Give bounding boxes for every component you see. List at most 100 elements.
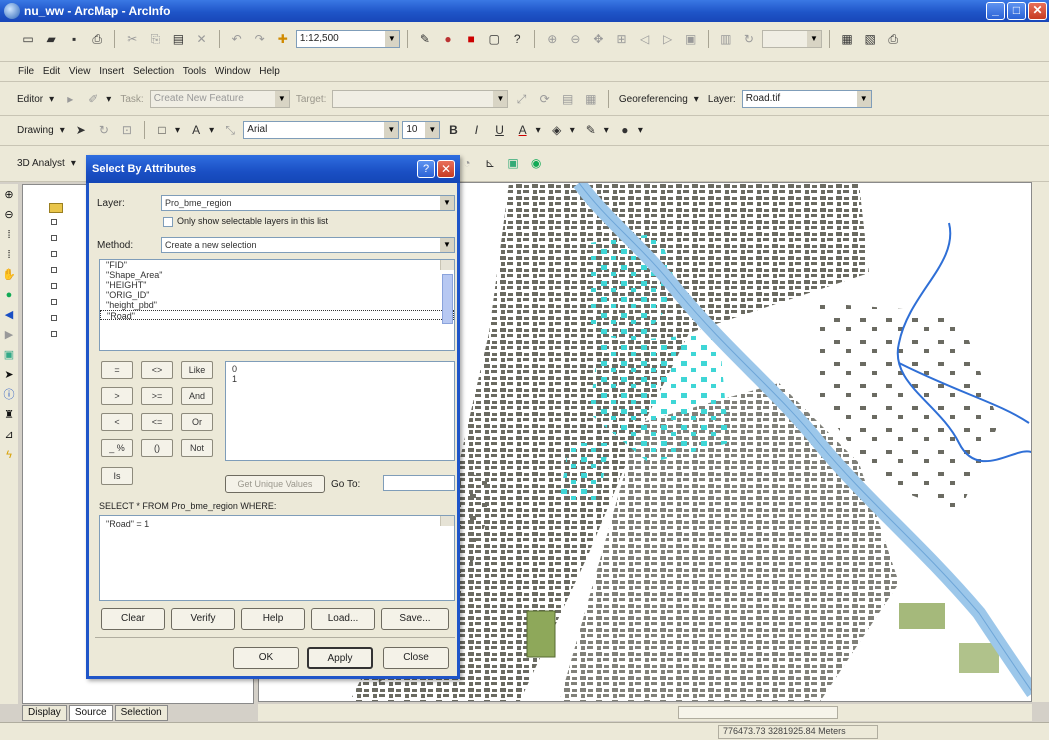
- select-elements-tool-icon[interactable]: ➤: [2, 368, 16, 382]
- edit-vertices-icon[interactable]: ⤡: [221, 121, 239, 139]
- back-extent-icon[interactable]: ◁: [636, 30, 654, 48]
- toc-expand-node[interactable]: [51, 331, 57, 337]
- marker-color-icon[interactable]: ●: [616, 121, 634, 139]
- add-data-icon[interactable]: ✚: [274, 30, 292, 48]
- unique-value-item[interactable]: 0: [226, 364, 454, 374]
- not-equal-operator-button[interactable]: <>: [141, 361, 173, 379]
- less-than-button[interactable]: <: [101, 413, 133, 431]
- field-item[interactable]: "height_pbd": [100, 300, 454, 310]
- attributes-icon[interactable]: ▤: [559, 90, 577, 108]
- identify-icon[interactable]: ◔: [458, 154, 476, 172]
- bold-icon[interactable]: B: [444, 121, 462, 139]
- ok-button[interactable]: OK: [233, 647, 299, 669]
- select-elements-icon[interactable]: ➤: [72, 121, 90, 139]
- field-item[interactable]: "Road": [100, 310, 454, 321]
- fields-list[interactable]: "FID" "Shape_Area" "HEIGHT" "ORIG_ID" "h…: [99, 259, 455, 351]
- zoom-out-fixed-icon[interactable]: ⊖: [566, 30, 584, 48]
- font-color-icon[interactable]: A: [514, 121, 532, 139]
- refresh-icon[interactable]: ↻: [740, 30, 758, 48]
- only-selectable-checkbox[interactable]: [163, 217, 173, 227]
- pan-tool-icon[interactable]: ✋: [2, 268, 16, 282]
- dialog-close-text-button[interactable]: Close: [383, 647, 449, 669]
- rectangle-icon[interactable]: □: [153, 121, 171, 139]
- less-equal-button[interactable]: <=: [141, 413, 173, 431]
- next-extent-icon[interactable]: ▶: [2, 328, 16, 342]
- toc-expand-node[interactable]: [51, 251, 57, 257]
- save-button[interactable]: Save...: [381, 608, 449, 630]
- toc-expand-node[interactable]: [51, 283, 57, 289]
- delete-icon[interactable]: ✕: [193, 30, 211, 48]
- save-icon[interactable]: ▪: [65, 30, 83, 48]
- georeferencing-menu[interactable]: Georeferencing: [619, 94, 688, 105]
- equals-operator-button[interactable]: =: [101, 361, 133, 379]
- toc-expand-node[interactable]: [51, 315, 57, 321]
- new-icon[interactable]: ▭: [19, 30, 37, 48]
- map-horizontal-scrollbar[interactable]: [258, 704, 1032, 721]
- zoom-in-icon[interactable]: ⊕: [2, 188, 16, 202]
- fill-color-icon[interactable]: ◈: [548, 121, 566, 139]
- find-icon[interactable]: ♜: [2, 408, 16, 422]
- rotate-element-icon[interactable]: ↻: [95, 121, 113, 139]
- select-features-tool-icon[interactable]: ▣: [2, 348, 16, 362]
- zoom-whole-page-icon[interactable]: ⊡: [118, 121, 136, 139]
- sketch-properties-icon[interactable]: ▦: [582, 90, 600, 108]
- layer-dropdown[interactable]: Pro_bme_region ▼: [161, 195, 455, 211]
- minimize-button[interactable]: _: [986, 2, 1005, 20]
- arctoolbox-icon[interactable]: ■: [462, 30, 480, 48]
- italic-icon[interactable]: I: [467, 121, 485, 139]
- and-operator-button[interactable]: And: [181, 387, 213, 405]
- map-scale-dropdown[interactable]: 1:12,500 ▼: [295, 30, 400, 48]
- menu-help[interactable]: Help: [259, 66, 280, 77]
- forward-extent-icon[interactable]: ▷: [659, 30, 677, 48]
- paste-icon[interactable]: ▤: [169, 30, 187, 48]
- toc-expand-node[interactable]: [51, 219, 57, 225]
- goto-input[interactable]: [383, 475, 455, 491]
- scroll-thumb[interactable]: [678, 706, 838, 719]
- measure-icon[interactable]: ⊾: [481, 154, 499, 172]
- toggle-draft-icon[interactable]: ▧: [861, 30, 879, 48]
- or-operator-button[interactable]: Or: [181, 413, 213, 431]
- redo-icon[interactable]: ↷: [251, 30, 269, 48]
- fields-list-scrollbar[interactable]: [440, 260, 454, 324]
- field-item[interactable]: "ORIG_ID": [100, 290, 454, 300]
- font-dropdown[interactable]: Arial ▼: [243, 121, 400, 139]
- unique-value-item[interactable]: 1: [226, 374, 454, 384]
- fixed-zoom-out-icon[interactable]: ⁞: [2, 248, 16, 262]
- cut-icon[interactable]: ✂: [123, 30, 141, 48]
- apply-button[interactable]: Apply: [307, 647, 373, 669]
- arccatalog-icon[interactable]: ●: [439, 30, 457, 48]
- wildcard-button[interactable]: _ %: [101, 439, 133, 457]
- georef-layer-dropdown[interactable]: Road.tif ▼: [741, 90, 872, 108]
- command-line-icon[interactable]: ▢: [485, 30, 503, 48]
- font-size-dropdown[interactable]: 10 ▼: [402, 121, 441, 139]
- zoom-percent-dropdown[interactable]: ▼: [761, 30, 822, 48]
- verify-button[interactable]: Verify: [171, 608, 235, 630]
- get-unique-values-button[interactable]: Get Unique Values: [225, 475, 325, 493]
- is-operator-button[interactable]: Is: [101, 467, 133, 485]
- editor-toolbar-icon[interactable]: ✎: [416, 30, 434, 48]
- edit-tool-icon[interactable]: ▸: [61, 90, 79, 108]
- dialog-close-button[interactable]: ✕: [437, 160, 455, 178]
- layout-icon[interactable]: ▥: [717, 30, 735, 48]
- tab-source[interactable]: Source: [68, 705, 113, 721]
- toc-expand-node[interactable]: [51, 235, 57, 241]
- editor-menu[interactable]: Editor: [17, 94, 43, 105]
- hyperlink-tool-icon[interactable]: ϟ: [2, 448, 16, 462]
- method-dropdown[interactable]: Create a new selection ▼: [161, 237, 455, 253]
- map-vertical-scrollbar[interactable]: [1032, 182, 1049, 702]
- greater-equal-button[interactable]: >=: [141, 387, 173, 405]
- clear-button[interactable]: Clear: [101, 608, 165, 630]
- globe-icon[interactable]: ◉: [527, 154, 545, 172]
- load-button[interactable]: Load...: [311, 608, 375, 630]
- unique-values-list[interactable]: 0 1: [225, 361, 455, 461]
- undo-icon[interactable]: ↶: [228, 30, 246, 48]
- fixed-zoom-in-icon[interactable]: ⁞: [2, 228, 16, 242]
- tab-display[interactable]: Display: [22, 705, 67, 721]
- task-dropdown[interactable]: Create New Feature ▼: [149, 90, 290, 108]
- page-setup-icon[interactable]: ▦: [838, 30, 856, 48]
- tab-selection[interactable]: Selection: [114, 705, 168, 721]
- menu-file[interactable]: File: [18, 66, 34, 77]
- line-color-icon[interactable]: ✎: [582, 121, 600, 139]
- field-item[interactable]: "Shape_Area": [100, 270, 454, 280]
- close-button[interactable]: ✕: [1028, 2, 1047, 20]
